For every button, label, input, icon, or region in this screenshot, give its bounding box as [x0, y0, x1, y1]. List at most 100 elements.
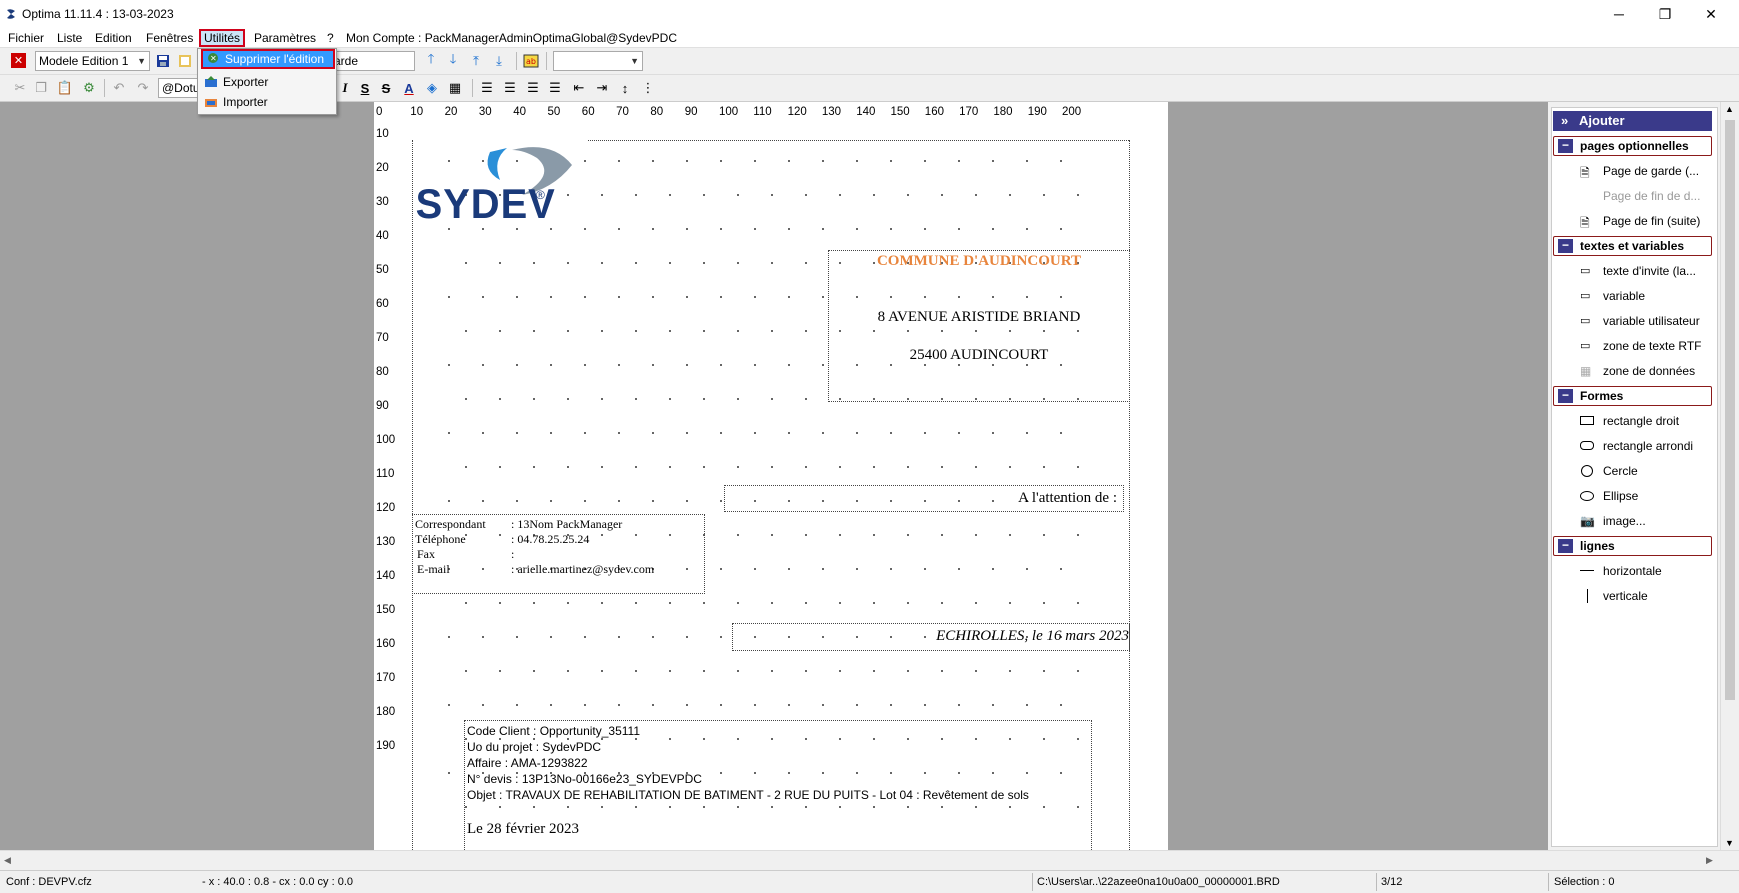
info-projet: Uo du projet : SydevPDC	[467, 740, 602, 754]
grid-dot	[686, 228, 688, 230]
grid-dot	[822, 364, 824, 366]
strikethrough-icon[interactable]: S	[377, 79, 395, 97]
italic-icon[interactable]: I	[336, 79, 354, 97]
section-pages-optionnelles[interactable]: − pages optionnelles	[1553, 136, 1712, 156]
contact-box[interactable]: Correspondant Téléphone Fax E-mail : 13N…	[412, 514, 705, 594]
grid-dot	[839, 602, 841, 604]
scroll-up-icon[interactable]: ▲	[1725, 104, 1734, 114]
grid-dot	[567, 262, 569, 264]
grid-dot	[873, 194, 875, 196]
horizontal-scrollbar[interactable]: ◀ ▶	[0, 850, 1739, 870]
place-date-box[interactable]: ECHIROLLES, le 16 mars 2023	[732, 623, 1130, 651]
scroll-down-icon[interactable]: ▼	[1725, 838, 1734, 848]
model-select[interactable]: Modele Edition 1 ▼	[35, 51, 150, 71]
menu-help[interactable]: ?	[324, 30, 337, 46]
line-spacing-icon[interactable]: ↕	[616, 79, 634, 97]
grid-dot	[499, 466, 501, 468]
section-textes-variables[interactable]: − textes et variables	[1553, 236, 1712, 256]
table-grid-icon[interactable]: ▦	[446, 79, 464, 97]
close-edition-icon[interactable]: ✕	[11, 53, 26, 68]
menu-parametres[interactable]: Paramètres	[251, 30, 319, 46]
grid-dot	[669, 670, 671, 672]
align-right-icon[interactable]: ☰	[524, 79, 542, 97]
undo-icon[interactable]: ↶	[110, 79, 128, 97]
grid-dot	[465, 670, 467, 672]
grid-dot	[669, 262, 671, 264]
settings-gear-icon[interactable]: ⚙	[80, 79, 98, 97]
add-header-button[interactable]: » Ajouter	[1553, 111, 1712, 131]
field-insert-icon[interactable]: ab	[522, 52, 540, 70]
grid-dot	[890, 432, 892, 434]
menu-fichier[interactable]: Fichier	[5, 30, 47, 46]
redo-icon[interactable]: ↷	[134, 79, 152, 97]
copy-icon[interactable]: ❐	[32, 79, 50, 97]
grid-dot	[669, 330, 671, 332]
menu-utilites[interactable]: Utilités	[199, 29, 246, 47]
grid-dot	[1043, 602, 1045, 604]
menu-fenetres[interactable]: Fenêtres	[143, 30, 196, 46]
menu-item-exporter[interactable]: Exporter	[201, 73, 335, 93]
move-down-icon[interactable]: 🡓	[444, 51, 462, 70]
ruler-h-tick: 90	[684, 106, 698, 118]
grid-dot	[652, 160, 654, 162]
document-page[interactable]: 0 10 20 30 40 50 60 70 80 90 100 110 120 130 140 150 160…	[374, 102, 1168, 850]
status-coords: - x : 40.0 : 0.8 - cx : 0.0 cy : 0.0	[202, 876, 354, 888]
minimize-button[interactable]: ─	[1596, 0, 1642, 28]
scroll-left-icon[interactable]: ◀	[4, 855, 11, 866]
indent-increase-icon[interactable]: ⇥	[593, 79, 611, 97]
circle-icon	[1581, 465, 1593, 477]
bullet-list-icon[interactable]: ⋮	[639, 79, 657, 97]
underline-icon[interactable]: S	[356, 79, 374, 97]
attention-box[interactable]: A l'attention de :	[724, 485, 1124, 512]
cut-icon[interactable]: ✂	[11, 79, 29, 97]
grid-dot	[958, 568, 960, 570]
grid-dot	[533, 398, 535, 400]
save-icon[interactable]	[154, 52, 172, 70]
style-select[interactable]: ▼	[553, 51, 643, 71]
grid-dot	[1026, 432, 1028, 434]
grid-dot	[720, 704, 722, 706]
section-title: lignes	[1580, 539, 1615, 553]
align-justify-icon[interactable]: ☰	[546, 79, 564, 97]
ruler-h-tick: 140	[856, 106, 876, 118]
grid-dot	[1060, 568, 1062, 570]
menu-item-supprimer-edition[interactable]: ✕ Supprimer l'édition	[201, 49, 335, 69]
fill-color-icon[interactable]: ◈	[423, 79, 441, 97]
menu-item-importer[interactable]: Importer	[201, 93, 335, 113]
align-left-icon[interactable]: ☰	[478, 79, 496, 97]
grid-dot	[1026, 228, 1028, 230]
vertical-scrollbar[interactable]: ▲ ▼	[1720, 102, 1739, 850]
recipient-box[interactable]: COMMUNE D'AUDINCOURT 8 AVENUE ARISTIDE B…	[828, 250, 1130, 402]
menu-account[interactable]: Mon Compte : PackManagerAdminOptimaGloba…	[343, 30, 680, 46]
utilites-dropdown: ✕ Supprimer l'édition Exporter Importer	[197, 48, 337, 115]
move-up-icon[interactable]: 🡑	[422, 51, 440, 70]
grid-dot	[754, 296, 756, 298]
panel-item-label: Page de garde (...	[1603, 164, 1700, 178]
ruler-v-tick: 50	[376, 264, 389, 276]
align-center-icon[interactable]: ☰	[501, 79, 519, 97]
page-select[interactable]: arde	[330, 51, 415, 71]
grid-dot	[822, 704, 824, 706]
grid-dot	[720, 228, 722, 230]
close-window-button[interactable]: ✕	[1688, 0, 1734, 28]
print-preview-icon[interactable]	[176, 52, 194, 70]
maximize-button[interactable]: ❐	[1642, 0, 1688, 28]
indent-decrease-icon[interactable]: ⇤	[570, 79, 588, 97]
menu-edition[interactable]: Edition	[92, 30, 135, 46]
paste-icon[interactable]: 📋	[56, 79, 74, 97]
grid-dot	[975, 534, 977, 536]
grid-dot	[448, 704, 450, 706]
grid-dot	[822, 228, 824, 230]
font-color-icon[interactable]: A	[400, 79, 418, 97]
move-bottom-icon[interactable]: ⤓	[490, 52, 508, 70]
ruler-h-tick: 70	[616, 106, 629, 118]
move-top-icon[interactable]: ⤒	[467, 52, 485, 70]
ruler-h-tick: 50	[547, 106, 561, 118]
grid-dot	[635, 262, 637, 264]
section-lignes[interactable]: − lignes	[1553, 536, 1712, 556]
scroll-thumb[interactable]	[1725, 120, 1735, 700]
section-formes[interactable]: − Formes	[1553, 386, 1712, 406]
info-box[interactable]: Code Client : Opportunity_35111 Uo du pr…	[464, 720, 1092, 850]
menu-liste[interactable]: Liste	[54, 30, 85, 46]
scroll-right-icon[interactable]: ▶	[1706, 855, 1713, 866]
